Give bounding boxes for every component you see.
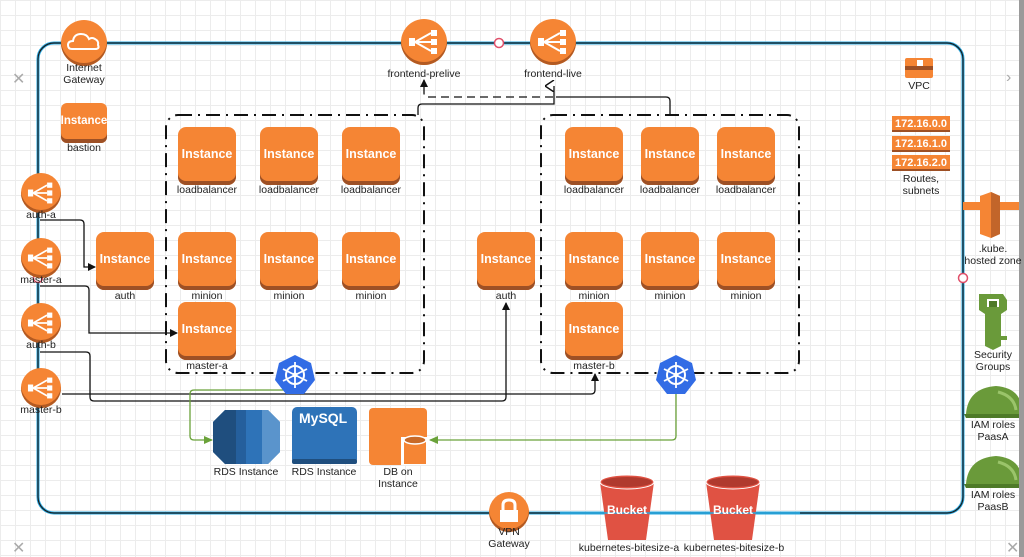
loadbalancer-label: loadbalancer [340,184,402,196]
cluster-b-minion-instance[interactable]: Instance [641,232,699,290]
auth-a-elb[interactable] [21,173,61,213]
cluster-b-minion-instance[interactable]: Instance [565,232,623,290]
frontend-prelive-elb[interactable] [401,19,447,65]
load-balancer-icon [27,312,53,334]
auth-instance-a[interactable]: Instance [96,232,154,290]
cloud-icon [66,32,100,50]
minion-label: minion [654,290,686,302]
frontend-live-elb[interactable] [530,19,576,65]
master-a-instance-label: master-a [186,360,228,372]
rds-instance-label: RDS Instance [291,466,357,478]
vertical-scrollbar[interactable] [1019,0,1024,557]
subnet-item[interactable]: 172.16.2.0 [892,155,950,171]
master-a-label: master-a [20,274,62,286]
vpc-label: VPC [908,80,930,92]
minion-label: minion [578,290,610,302]
auth-instance-b[interactable]: Instance [477,232,535,290]
internet-gateway[interactable] [61,20,107,66]
hosted-zone-label: .kube. hosted zone [964,243,1022,267]
iam-role-helmet-icon [964,456,1024,488]
cluster-b-master-instance[interactable]: Instance [565,302,623,360]
canvas-corner-close-icon[interactable]: ✕ [1006,541,1019,557]
cluster-b-loadbalancer-instance[interactable]: Instance [565,127,623,185]
cluster-a-minion-instance[interactable]: Instance [342,232,400,290]
cluster-a-loadbalancer-instance[interactable]: Instance [260,127,318,185]
master-b-label: master-b [20,404,62,416]
minion-label: minion [355,290,387,302]
auth-instance-label: auth [114,290,136,302]
bucket-label: kubernetes-bitesize-a [578,542,680,554]
db-on-instance-label: DB on Instance [378,466,418,490]
minion-label: minion [730,290,762,302]
cluster-b-loadbalancer-instance[interactable]: Instance [717,127,775,185]
iam-role-helmet-icon [964,386,1024,418]
bastion-instance[interactable]: Instance [61,103,107,143]
auth-a-label: auth-a [26,209,56,221]
cluster-b-loadbalancer-instance[interactable]: Instance [641,127,699,185]
cluster-a-loadbalancer-instance[interactable]: Instance [178,127,236,185]
frontend-live-label: frontend-live [524,68,582,80]
bucket-label: kubernetes-bitesize-b [683,542,785,554]
rds-icon [213,410,280,464]
db-on-instance-icon [369,408,428,465]
kubernetes-icon [275,355,315,394]
cluster-b-minion-instance[interactable]: Instance [717,232,775,290]
auth-b-elb[interactable] [21,303,61,343]
mysql-text: MySQL [299,410,348,426]
iam-roles-label: IAM roles PaasB [970,489,1016,513]
load-balancer-icon [27,247,53,269]
master-b-elb[interactable] [21,368,61,408]
canvas-corner-close-icon[interactable]: ✕ [12,72,25,88]
loadbalancer-label: loadbalancer [258,184,320,196]
frontend-prelive-label: frontend-prelive [387,68,461,80]
loadbalancer-label: loadbalancer [639,184,701,196]
kubernetes-icon [656,355,696,394]
subnet-item[interactable]: 172.16.0.0 [892,116,950,132]
master-b-instance-label: master-b [573,360,615,372]
loadbalancer-label: loadbalancer [176,184,238,196]
subnet-item[interactable]: 172.16.1.0 [892,136,950,152]
connector-k8s-b-to-db[interactable] [429,392,677,444]
bucket-text: Bucket [712,503,754,517]
auth-instance-label: auth [495,290,517,302]
connector-cluster-b-to-frontend-live[interactable] [556,96,671,115]
subnets-label: Routes, subnets [902,173,940,197]
load-balancer-icon [538,30,566,54]
minion-label: minion [191,290,223,302]
bastion-label: bastion [67,142,101,154]
canvas-corner-close-icon[interactable]: ✕ [12,541,25,557]
load-balancer-icon [409,30,437,54]
load-balancer-icon [27,377,53,399]
hosted-zone-icon [963,192,1019,238]
loadbalancer-label: loadbalancer [715,184,777,196]
connector-master-b-to-master[interactable] [62,373,599,395]
vpc-icon [905,58,933,78]
cluster-a-master-instance[interactable]: Instance [178,302,236,360]
cluster-a-minion-instance[interactable]: Instance [178,232,236,290]
iam-roles-label: IAM roles PaasA [970,419,1016,443]
cluster-a-minion-instance[interactable]: Instance [260,232,318,290]
rds-instance-label: RDS Instance [213,466,279,478]
vpn-gateway-label: VPN Gateway [488,526,530,550]
connector-dashed-to-frontend-prelive[interactable] [420,79,553,98]
load-balancer-icon [27,182,53,204]
connector-auth-b-to-auth[interactable] [40,302,510,402]
connection-handle[interactable] [493,37,505,49]
security-groups-label: Security Groups [974,349,1012,373]
connector-cluster-a-to-frontend-live[interactable] [417,86,555,115]
connection-handle[interactable] [957,272,969,284]
internet-gateway-label: Internet Gateway [63,62,105,86]
canvas-edge-arrow-icon[interactable]: › [1006,70,1011,86]
auth-b-label: auth-b [26,339,56,351]
minion-label: minion [273,290,305,302]
bucket-text: Bucket [606,503,648,517]
security-groups-key-icon [979,294,1007,350]
cluster-a-loadbalancer-instance[interactable]: Instance [342,127,400,185]
loadbalancer-label: loadbalancer [563,184,625,196]
master-a-elb[interactable] [21,238,61,278]
